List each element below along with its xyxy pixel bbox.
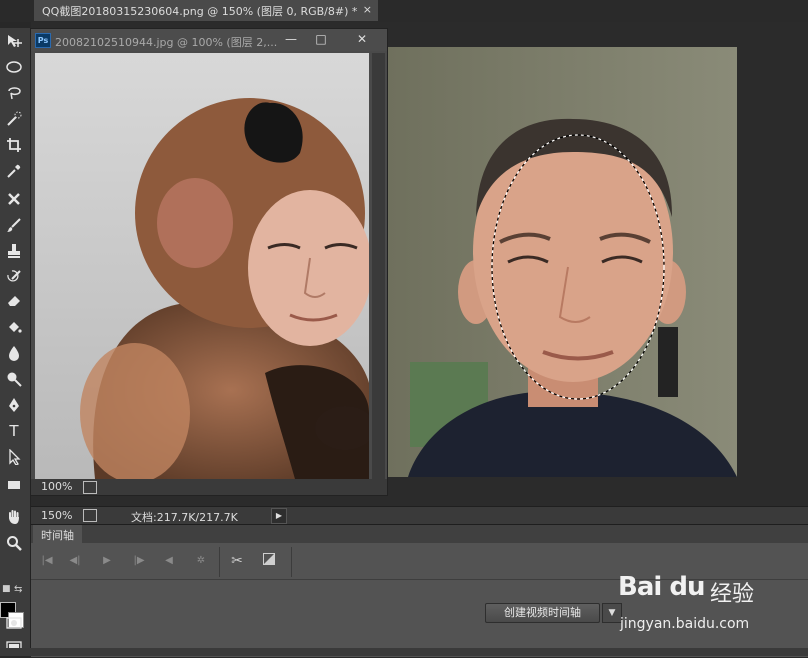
document-size-info: 文档:217.7K/217.7K <box>131 511 238 524</box>
split-scissors-icon[interactable]: ✂ <box>229 553 245 569</box>
export-icon[interactable] <box>83 481 97 494</box>
brush-tool-icon[interactable] <box>2 214 26 236</box>
minimize-button[interactable]: — <box>277 30 305 48</box>
default-colors-icon[interactable]: ■ <box>2 584 11 594</box>
main-document-tab[interactable]: QQ截图20180315230604.png @ 150% (图层 0, RGB… <box>34 0 378 21</box>
swap-colors-icon[interactable]: ⇆ <box>14 584 22 595</box>
lasso-tool-icon[interactable] <box>2 82 26 104</box>
export-icon[interactable] <box>83 509 97 522</box>
bottom-panel-strip <box>0 648 808 656</box>
main-canvas[interactable] <box>388 47 737 477</box>
history-brush-tool-icon[interactable] <box>2 266 26 288</box>
clone-stamp-tool-icon[interactable] <box>2 240 26 262</box>
document-tab-bar: QQ截图20180315230604.png @ 150% (图层 0, RGB… <box>0 0 808 22</box>
tab-timeline[interactable]: 时间轴 <box>33 525 82 543</box>
transition-icon[interactable] <box>261 553 277 569</box>
crop-tool-icon[interactable] <box>2 134 26 156</box>
main-status-bar: 150% 文档:217.7K/217.7K ▶ <box>31 506 808 525</box>
quick-selection-tool-icon[interactable] <box>2 108 26 130</box>
blur-tool-icon[interactable] <box>2 342 26 364</box>
jingyan-brand: 经验 <box>710 582 755 607</box>
baidu-logo: Bai du <box>618 572 705 602</box>
monkey-composite-photo <box>35 53 369 479</box>
status-menu-arrow-icon[interactable]: ▶ <box>271 508 287 524</box>
create-video-timeline-button[interactable]: 创建视频时间轴 <box>485 603 600 623</box>
vertical-scrollbar[interactable] <box>372 53 385 479</box>
previous-frame-icon[interactable]: ◀| <box>67 553 83 569</box>
zoom-tool-icon[interactable] <box>2 532 26 554</box>
next-frame-icon[interactable]: |▶ <box>131 553 147 569</box>
elliptical-marquee-tool-icon[interactable] <box>2 56 26 78</box>
audio-icon[interactable]: ◀ <box>161 553 177 569</box>
main-document-tab-title: QQ截图20180315230604.png @ 150% (图层 0, RGB… <box>42 5 358 18</box>
man-photo <box>388 47 737 477</box>
move-tool-icon[interactable] <box>2 30 26 52</box>
main-zoom-field[interactable]: 150% <box>41 509 72 522</box>
maximize-button[interactable]: □ <box>307 30 335 48</box>
settings-gear-icon[interactable]: ✲ <box>193 553 209 569</box>
watermark-url: jingyan.baidu.com <box>620 616 750 632</box>
pen-tool-icon[interactable] <box>2 394 26 416</box>
floating-canvas[interactable] <box>35 53 369 479</box>
play-icon[interactable]: ▶ <box>99 553 115 569</box>
timeline-tab-strip: 时间轴 <box>31 525 808 543</box>
floating-zoom-field[interactable]: 100% <box>41 480 72 493</box>
close-window-button[interactable]: ✕ <box>345 30 379 48</box>
baidu-jingyan-watermark: Bai du 经验 jingyan.baidu.com <box>618 572 798 638</box>
first-frame-icon[interactable]: |◀ <box>39 553 55 569</box>
eyedropper-tool-icon[interactable] <box>2 160 26 182</box>
tools-panel: T ■ ⇆ <box>0 28 31 656</box>
monkey-ear <box>157 178 233 268</box>
rectangle-tool-icon[interactable] <box>2 474 26 496</box>
paint-bucket-tool-icon[interactable] <box>2 316 26 338</box>
hand-tool-icon[interactable] <box>2 506 26 528</box>
floating-window-titlebar[interactable]: Ps 20082102510944.jpg @ 100% (图层 2,... —… <box>31 29 387 51</box>
floating-status-bar: 100% <box>31 479 387 495</box>
spot-healing-tool-icon[interactable] <box>2 188 26 210</box>
path-selection-tool-icon[interactable] <box>2 446 26 468</box>
quick-mask-icon[interactable] <box>2 612 26 634</box>
dodge-tool-icon[interactable] <box>2 368 26 390</box>
eraser-tool-icon[interactable] <box>2 290 26 312</box>
type-tool-icon[interactable]: T <box>2 420 26 442</box>
floating-document-window[interactable]: Ps 20082102510944.jpg @ 100% (图层 2,... —… <box>30 28 388 496</box>
close-tab-icon[interactable]: × <box>363 3 372 16</box>
floating-window-title: 20082102510944.jpg @ 100% (图层 2,... <box>55 36 278 49</box>
photoshop-icon: Ps <box>35 33 51 48</box>
